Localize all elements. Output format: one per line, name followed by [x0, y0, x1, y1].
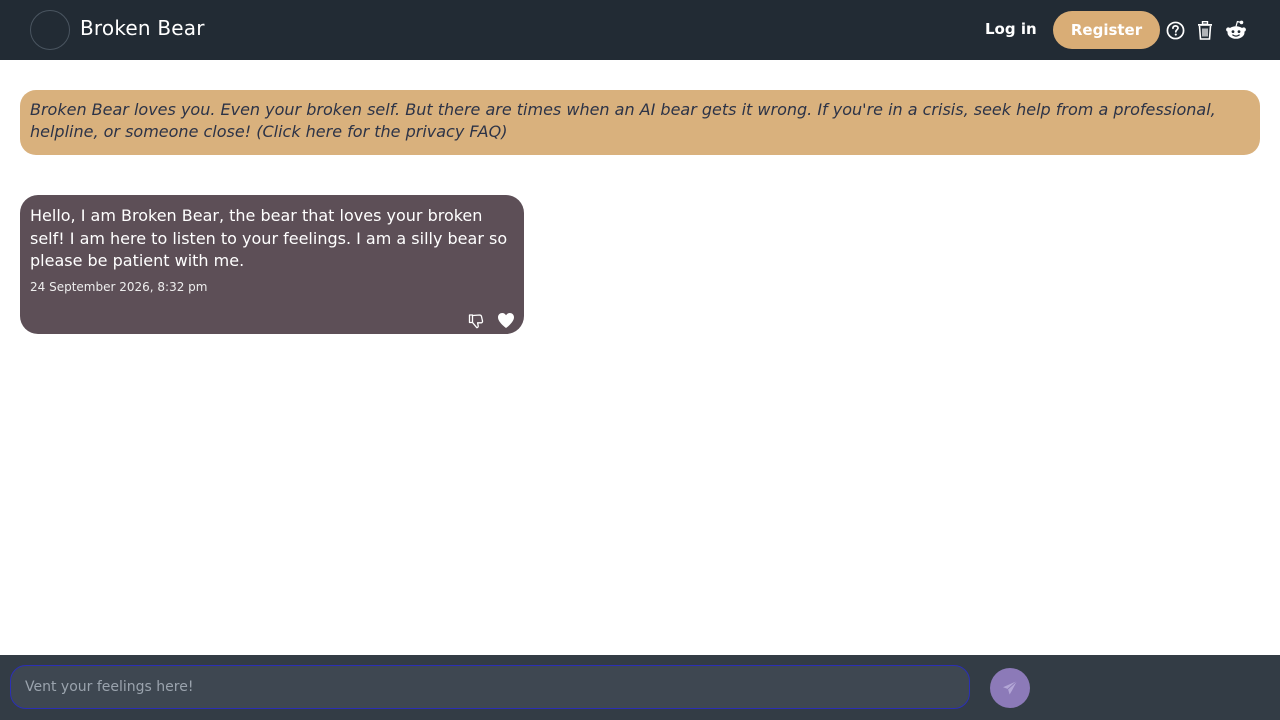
- thumbs-down-icon[interactable]: [468, 313, 484, 329]
- reddit-icon[interactable]: [1225, 20, 1247, 40]
- send-button[interactable]: [990, 668, 1030, 708]
- vent-input[interactable]: [10, 665, 970, 709]
- message-timestamp: 24 September 2026, 8:32 pm: [30, 279, 208, 294]
- app-title[interactable]: Broken Bear: [80, 16, 205, 40]
- privacy-disclaimer-banner[interactable]: Broken Bear loves you. Even your broken …: [20, 90, 1260, 155]
- logo-avatar[interactable]: [30, 10, 70, 50]
- send-icon: [1003, 680, 1018, 695]
- message-text: Hello, I am Broken Bear, the bear that l…: [30, 206, 508, 270]
- help-icon[interactable]: [1165, 20, 1185, 40]
- login-button[interactable]: Log in: [985, 20, 1037, 38]
- message-composer: [0, 655, 1280, 720]
- heart-icon[interactable]: [497, 312, 515, 330]
- trash-icon[interactable]: [1195, 20, 1215, 40]
- bot-message-bubble: Hello, I am Broken Bear, the bear that l…: [20, 195, 524, 334]
- top-bar: Broken Bear Log in Register: [0, 0, 1280, 60]
- register-button[interactable]: Register: [1053, 11, 1160, 49]
